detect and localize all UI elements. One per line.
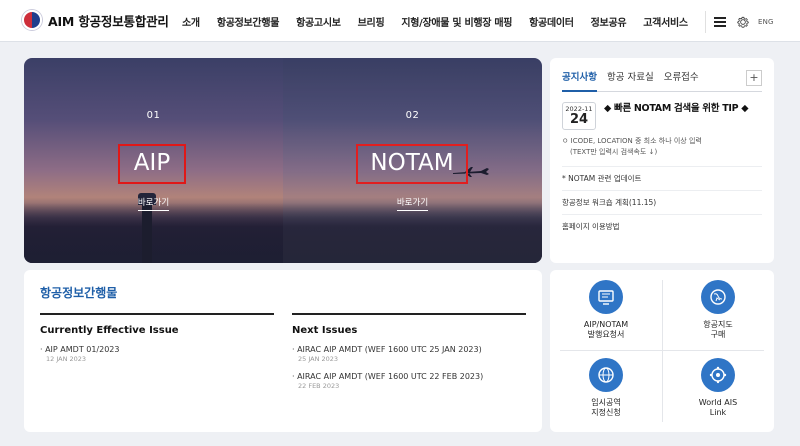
main-nav: 소개 항공정보간행물 항공고시보 브리핑 지형/장애물 및 비행장 매핑 항공데… — [182, 14, 688, 29]
nav-item-notam[interactable]: 항공고시보 — [296, 14, 341, 29]
desc-line: (TEXT만 입력시 검색속도 ↓) — [570, 148, 658, 156]
list-item[interactable]: 항공정보 워크숍 계획(11.15) — [562, 190, 762, 214]
globe-icon — [589, 358, 623, 392]
quick-links: AIP/NOTAM 발행요청서 항공지도 구매 임시공역 지정신청 World … — [550, 270, 774, 432]
airplane-icon — [453, 167, 489, 177]
label-line: AIP/NOTAM — [583, 320, 629, 329]
list-item[interactable]: 홈페이지 이용방법 — [562, 214, 762, 238]
list-item[interactable]: * NOTAM 관련 업데이트 — [562, 166, 762, 190]
list-item[interactable]: · AIRAC AIP AMDT (WEF 1600 UTC 25 JAN 20… — [292, 345, 526, 363]
notice-tabs: 공지사항 항공 자료실 오류접수 + — [562, 68, 762, 92]
featured-notice-title[interactable]: ◆ 빠른 NOTAM 검색을 위한 TIP ◆ — [604, 102, 749, 116]
notam-panel[interactable]: 02 NOTAM 바로가기 — [283, 58, 542, 263]
site-logo[interactable]: AIM 항공정보통합관리 — [22, 10, 169, 30]
panel-number: 01 — [146, 110, 161, 121]
nav-item-data[interactable]: 항공데이터 — [529, 14, 574, 29]
notam-shortcut-link[interactable]: 바로가기 — [283, 196, 542, 211]
taegeuk-logo-icon — [22, 10, 42, 30]
nav-item-aip[interactable]: 항공정보간행물 — [217, 14, 280, 29]
label-line: 구매 — [710, 330, 726, 339]
aip-panel[interactable]: 01 AIP 바로가기 — [24, 58, 283, 263]
notice-card: 공지사항 항공 자료실 오류접수 + 2022-11 24 ◆ 빠른 NOTAM… — [550, 58, 774, 263]
tab-archive[interactable]: 항공 자료실 — [607, 68, 654, 92]
label-line: 항공지도 — [703, 320, 733, 329]
quick-link-request-form[interactable]: AIP/NOTAM 발행요청서 — [550, 280, 662, 340]
quick-link-label: 임시공역 지정신청 — [550, 398, 662, 418]
publications-card: 항공정보간행물 Currently Effective Issue · AIP … — [24, 270, 542, 432]
pub-title[interactable]: · AIRAC AIP AMDT (WEF 1600 UTC 22 FEB 20… — [292, 372, 526, 381]
pub-date: 12 JAN 2023 — [46, 355, 87, 363]
notam-title: NOTAM — [356, 144, 468, 184]
list-item[interactable]: · AIP AMDT 01/2023 12 JAN 2023 — [40, 345, 274, 363]
tab-error-report[interactable]: 오류접수 — [664, 68, 699, 92]
notam-shortcut-label[interactable]: 바로가기 — [396, 196, 429, 211]
aip-shortcut-link[interactable]: 바로가기 — [24, 196, 283, 211]
publications-columns: Currently Effective Issue · AIP AMDT 01/… — [40, 313, 526, 390]
nav-item-intro[interactable]: 소개 — [182, 14, 200, 29]
featured-notice[interactable]: 2022-11 24 ◆ 빠른 NOTAM 검색을 위한 TIP ◆ — [562, 102, 762, 130]
next-issues-column: Next Issues · AIRAC AIP AMDT (WEF 1600 U… — [292, 313, 526, 390]
notice-list: * NOTAM 관련 업데이트 항공정보 워크숍 계획(11.15) 홈페이지 … — [562, 166, 762, 238]
quick-link-chart-purchase[interactable]: 항공지도 구매 — [662, 280, 774, 340]
label-line: 발행요청서 — [587, 330, 625, 339]
nav-item-briefing[interactable]: 브리핑 — [358, 14, 385, 29]
section-title: 항공정보간행물 — [40, 286, 118, 300]
label-line: Link — [709, 408, 727, 417]
menu-icon[interactable] — [714, 17, 726, 27]
current-issue-column: Currently Effective Issue · AIP AMDT 01/… — [40, 313, 274, 390]
pub-date: 25 JAN 2023 — [298, 355, 339, 363]
aip-title: AIP — [118, 144, 186, 184]
site-header: AIM 항공정보통합관리 소개 항공정보간행물 항공고시보 브리핑 지형/장애물… — [0, 0, 800, 42]
pub-title[interactable]: · AIRAC AIP AMDT (WEF 1600 UTC 25 JAN 20… — [292, 345, 526, 354]
nav-item-terrain[interactable]: 지형/장애물 및 비행장 매핑 — [401, 14, 512, 29]
quick-link-world-ais[interactable]: World AIS Link — [662, 358, 774, 418]
desc-line: ㅇ ICODE, LOCATION 중 최소 하나 이상 입력 — [562, 137, 702, 145]
world-network-icon — [701, 358, 735, 392]
hero-banner: 01 AIP 바로가기 02 NOTAM 바로가기 — [24, 58, 542, 263]
globe-map-icon — [701, 280, 735, 314]
aip-shortcut-label[interactable]: 바로가기 — [137, 196, 170, 211]
column-title: Next Issues — [292, 325, 358, 336]
column-title: Currently Effective Issue — [40, 325, 179, 336]
nav-item-support[interactable]: 고객서비스 — [643, 14, 688, 29]
gear-icon[interactable] — [736, 15, 750, 29]
pub-title[interactable]: · AIP AMDT 01/2023 — [40, 345, 274, 354]
more-button[interactable]: + — [746, 69, 762, 86]
date-day: 24 — [569, 112, 589, 127]
label-line: World AIS — [698, 398, 738, 407]
pub-date: 22 FEB 2023 — [298, 382, 340, 390]
quick-link-label: AIP/NOTAM 발행요청서 — [550, 320, 662, 340]
document-monitor-icon — [589, 280, 623, 314]
label-line: 지정신청 — [591, 408, 621, 417]
label-line: 임시공역 — [591, 398, 621, 407]
header-tools: ENG — [705, 11, 774, 33]
tab-notice[interactable]: 공지사항 — [562, 68, 597, 92]
site-title: AIM 항공정보통합관리 — [48, 13, 169, 29]
quick-link-temp-airspace[interactable]: 임시공역 지정신청 — [550, 358, 662, 418]
divider — [560, 350, 764, 351]
nav-item-share[interactable]: 정보공유 — [591, 14, 627, 29]
quick-link-label: 항공지도 구매 — [662, 320, 774, 340]
list-item[interactable]: · AIRAC AIP AMDT (WEF 1600 UTC 22 FEB 20… — [292, 372, 526, 390]
date-badge: 2022-11 24 — [562, 102, 596, 130]
quick-link-label: World AIS Link — [662, 398, 774, 418]
city-silhouette — [283, 203, 542, 263]
city-silhouette — [24, 203, 283, 263]
featured-notice-desc: ㅇ ICODE, LOCATION 중 최소 하나 이상 입력 (TEXT만 입… — [562, 136, 762, 158]
panel-number: 02 — [405, 110, 420, 121]
language-toggle[interactable]: ENG — [758, 18, 774, 26]
